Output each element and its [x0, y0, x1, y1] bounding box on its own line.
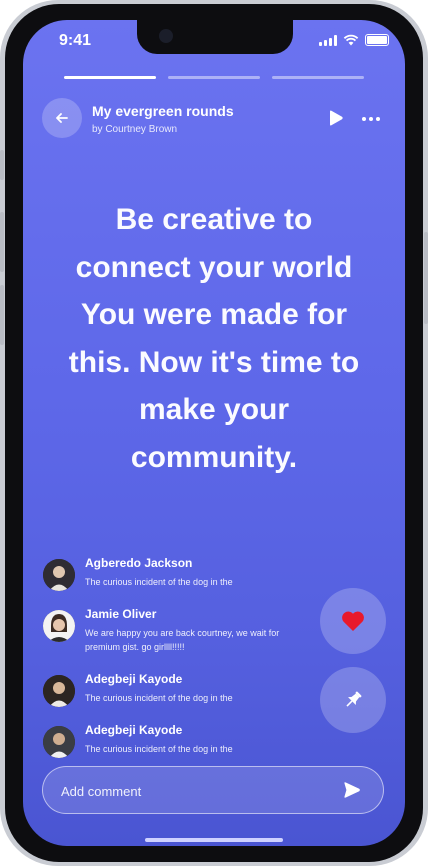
story-title: My evergreen rounds	[92, 103, 234, 119]
progress-segment	[168, 76, 260, 79]
back-button[interactable]	[42, 98, 82, 138]
story-progress	[64, 76, 364, 79]
comment-input[interactable]	[59, 767, 323, 815]
heart-icon	[342, 611, 364, 631]
more-icon-dot	[362, 117, 366, 121]
comment-author: Adegbeji Kayode	[85, 723, 183, 737]
battery-icon	[365, 34, 389, 46]
play-button[interactable]	[328, 110, 344, 131]
send-icon	[344, 782, 360, 798]
more-icon-dot	[376, 117, 380, 121]
comment-item: Agberedo Jackson The curious incident of…	[43, 556, 311, 591]
comment-text: We are happy you are back courtney, we w…	[85, 628, 280, 652]
story-header: My evergreen rounds by Courtney Brown	[42, 98, 386, 142]
like-button[interactable]	[320, 588, 386, 654]
status-icons	[319, 34, 389, 46]
comment-item: Adegbeji Kayode The curious incident of …	[43, 672, 311, 707]
story-author: by Courtney Brown	[92, 124, 178, 135]
comment-text: The curious incident of the dog in the	[85, 577, 233, 587]
comment-item: Adegbeji Kayode The curious incident of …	[43, 723, 311, 758]
more-button[interactable]	[362, 117, 380, 121]
pin-icon	[346, 691, 362, 707]
mute-switch	[0, 150, 4, 180]
back-arrow-icon	[56, 113, 68, 123]
more-icon-dot	[369, 117, 373, 121]
comment-author: Agberedo Jackson	[85, 556, 193, 570]
play-icon	[330, 110, 343, 126]
pin-button[interactable]	[320, 667, 386, 733]
comment-bar	[42, 766, 384, 815]
comment-item: Jamie Oliver We are happy you are back c…	[43, 607, 311, 654]
story-screen: 9:41 My evergreen rounds by Courtney Bro…	[23, 20, 405, 846]
comment-author: Adegbeji Kayode	[85, 672, 183, 686]
send-button[interactable]	[343, 781, 361, 804]
avatar[interactable]	[43, 726, 75, 758]
wifi-icon	[343, 34, 359, 46]
comment-list: Agberedo Jackson The curious incident of…	[43, 556, 311, 758]
comment-author: Jamie Oliver	[85, 607, 157, 621]
avatar[interactable]	[43, 610, 75, 642]
power-button	[424, 232, 428, 324]
avatar[interactable]	[43, 675, 75, 707]
volume-down-button	[0, 285, 4, 345]
camera	[159, 29, 173, 43]
progress-segment	[64, 76, 156, 79]
signal-icon	[319, 34, 337, 46]
comment-text: The curious incident of the dog in the	[85, 693, 233, 703]
volume-up-button	[0, 212, 4, 272]
progress-segment	[272, 76, 364, 79]
story-quote: Be creative to connect your world You we…	[68, 203, 360, 474]
avatar[interactable]	[43, 559, 75, 591]
comment-text: The curious incident of the dog in the	[85, 744, 233, 754]
home-indicator	[145, 838, 283, 842]
status-time: 9:41	[59, 32, 92, 49]
notch	[137, 20, 293, 54]
